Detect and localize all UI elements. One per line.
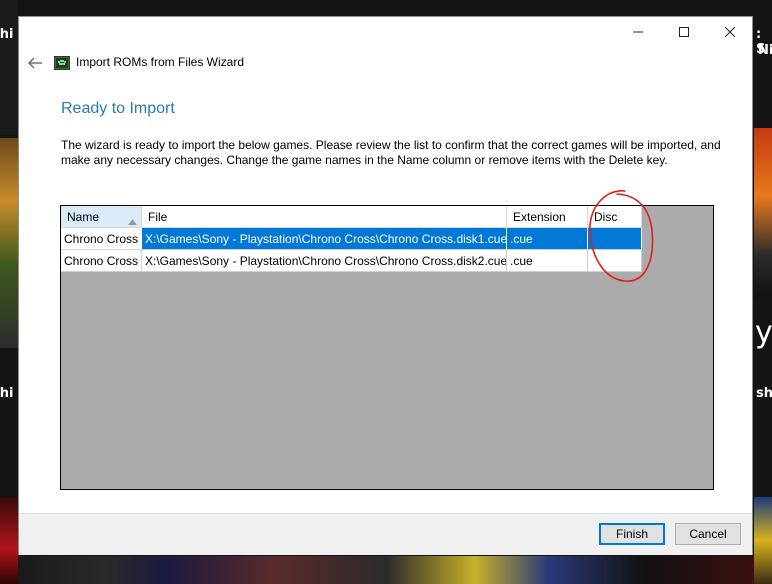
table-row[interactable]: Chrono Cross X:\Games\Sony - Playstation…	[61, 250, 642, 272]
wizard-header: Import ROMs from Files Wizard	[19, 47, 752, 79]
cell-disc[interactable]	[588, 250, 642, 272]
app-icon	[54, 55, 70, 71]
games-grid[interactable]: Name File Extension Disc Chrono Cross X:…	[60, 205, 714, 490]
column-header-extension[interactable]: Extension	[507, 206, 588, 228]
background-text-left-mid: shi	[0, 386, 14, 401]
finish-button[interactable]: Finish	[599, 523, 665, 545]
close-icon	[725, 27, 735, 37]
wizard-title: Import ROMs from Files Wizard	[76, 55, 245, 69]
page-heading: Ready to Import	[61, 100, 175, 117]
background-tile-bottom-strip	[18, 556, 754, 584]
column-header-label: Extension	[513, 210, 566, 224]
minimize-button[interactable]	[615, 17, 661, 47]
grid-header: Name File Extension Disc	[61, 206, 642, 228]
column-header-label: File	[148, 210, 168, 224]
background-tile-left-bottom	[0, 497, 18, 584]
background-text-right-big: y	[755, 315, 772, 350]
sort-ascending-icon	[128, 214, 137, 228]
column-header-name[interactable]: Name	[61, 206, 142, 228]
wizard-footer: Finish Cancel	[19, 513, 752, 555]
background-tile-right-art	[754, 128, 772, 298]
instructions-text: The wizard is ready to import the below …	[61, 138, 721, 167]
cell-extension[interactable]: .cue	[507, 228, 588, 250]
table-row[interactable]: Chrono Cross X:\Games\Sony - Playstation…	[61, 228, 642, 250]
minimize-icon	[633, 31, 643, 33]
column-header-label: Disc	[594, 210, 618, 224]
cell-disc[interactable]	[588, 228, 642, 250]
wizard-window: Import ROMs from Files Wizard Ready to I…	[18, 16, 753, 555]
cell-name[interactable]: Chrono Cross	[61, 250, 142, 272]
cell-file[interactable]: X:\Games\Sony - Playstation\Chrono Cross…	[142, 228, 507, 250]
background-tile-right-bottom	[754, 497, 772, 584]
back-button[interactable]	[25, 53, 45, 73]
cancel-button[interactable]: Cancel	[675, 523, 741, 545]
background-tile-left-art	[0, 138, 18, 348]
title-bar	[19, 17, 752, 47]
maximize-icon	[679, 27, 689, 37]
background-text-right-mid: sh	[756, 386, 772, 401]
cell-extension[interactable]: .cue	[507, 250, 588, 272]
background-tile-left-top	[0, 0, 18, 135]
game-controller-icon	[54, 56, 70, 70]
background-text-left-top: shi	[0, 27, 14, 42]
column-header-disc[interactable]: Disc	[588, 206, 642, 228]
cell-file[interactable]: X:\Games\Sony - Playstation\Chrono Cross…	[142, 250, 507, 272]
close-button[interactable]	[707, 17, 753, 47]
back-arrow-icon	[28, 57, 42, 69]
background-text-right-top-2: Ni	[758, 43, 772, 58]
column-header-label: Name	[67, 210, 100, 224]
column-header-file[interactable]: File	[142, 206, 507, 228]
cell-name[interactable]: Chrono Cross	[61, 228, 142, 250]
maximize-button[interactable]	[661, 17, 707, 47]
